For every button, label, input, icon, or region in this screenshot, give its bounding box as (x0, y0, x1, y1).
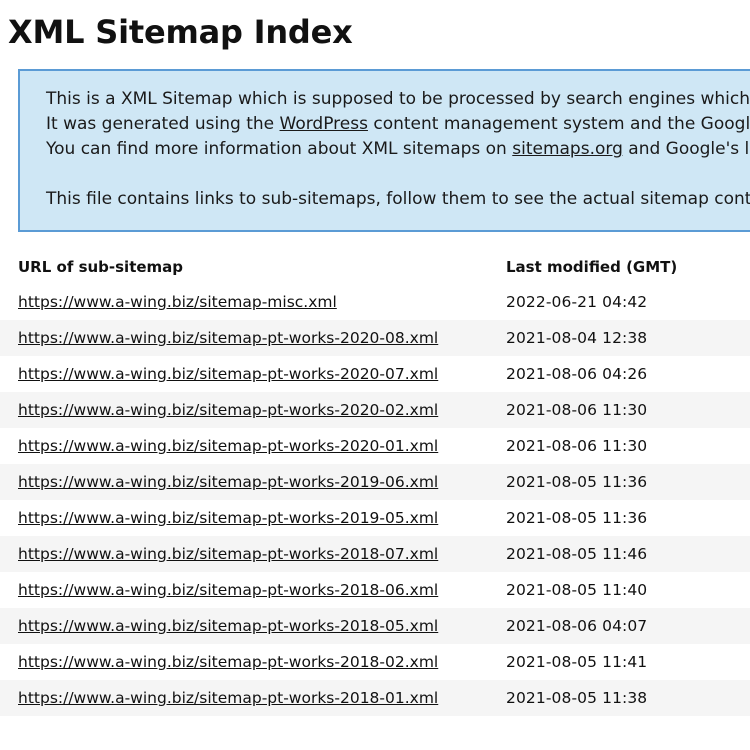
cell-last-modified: 2021-08-06 11:30 (484, 391, 750, 428)
table-row: https://www.a-wing.biz/sitemap-pt-works-… (0, 428, 750, 464)
sitemap-url-link[interactable]: https://www.a-wing.biz/sitemap-pt-works-… (18, 329, 438, 347)
info-line-2: It was generated using the WordPress con… (46, 112, 750, 137)
table-row: https://www.a-wing.biz/sitemap-pt-works-… (0, 644, 750, 680)
cell-last-modified: 2021-08-05 11:36 (506, 508, 648, 527)
sitemap-url-link[interactable]: https://www.a-wing.biz/sitemap-pt-works-… (18, 509, 438, 527)
table-row: https://www.a-wing.biz/sitemap-pt-works-… (0, 463, 750, 500)
cell-sitemap-url: https://www.a-wing.biz/sitemap-pt-works-… (0, 463, 484, 500)
cell-sitemap-url: https://www.a-wing.biz/sitemap-misc.xml (0, 284, 484, 320)
sitemap-url-link[interactable]: https://www.a-wing.biz/sitemap-misc.xml (18, 293, 337, 311)
table-body: https://www.a-wing.biz/sitemap-misc.xml 2… (0, 284, 750, 716)
info-line-1-text: This is a XML Sitemap which is supposed … (46, 88, 750, 109)
info-line-4-text: This file contains links to sub-sitemaps… (46, 188, 750, 209)
cell-sitemap-url: https://www.a-wing.biz/sitemap-pt-works-… (0, 500, 484, 536)
table-row: https://www.a-wing.biz/sitemap-pt-works-… (0, 607, 750, 644)
sitemap-url-link[interactable]: https://www.a-wing.biz/sitemap-pt-works-… (18, 365, 438, 383)
info-line-4: This file contains links to sub-sitemaps… (46, 187, 750, 212)
cell-sitemap-url: https://www.a-wing.biz/sitemap-pt-works-… (0, 391, 484, 428)
table-row: https://www.a-wing.biz/sitemap-pt-works-… (0, 391, 750, 428)
sitemap-url-link[interactable]: https://www.a-wing.biz/sitemap-pt-works-… (18, 401, 438, 419)
cell-sitemap-url: https://www.a-wing.biz/sitemap-pt-works-… (0, 679, 484, 716)
page-title: XML Sitemap Index (8, 13, 353, 51)
table-row: https://www.a-wing.biz/sitemap-pt-works-… (0, 535, 750, 572)
info-line-1: This is a XML Sitemap which is supposed … (46, 87, 750, 112)
cell-sitemap-url: https://www.a-wing.biz/sitemap-pt-works-… (0, 644, 484, 680)
sitemap-url-link[interactable]: https://www.a-wing.biz/sitemap-pt-works-… (18, 473, 438, 491)
info-line-2-suffix: content management system and the Google… (373, 113, 750, 134)
table-row: https://www.a-wing.biz/sitemap-pt-works-… (0, 572, 750, 608)
cell-last-modified: 2021-08-05 11:40 (506, 580, 648, 599)
cell-last-modified: 2021-08-06 11:30 (506, 436, 648, 455)
sitemap-url-link[interactable]: https://www.a-wing.biz/sitemap-pt-works-… (18, 653, 438, 671)
cell-sitemap-url: https://www.a-wing.biz/sitemap-pt-works-… (0, 535, 484, 572)
cell-last-modified: 2021-08-06 04:07 (484, 607, 750, 644)
sitemap-table: URL of sub-sitemap Last modified (GMT) h… (0, 252, 750, 716)
cell-sitemap-url: https://www.a-wing.biz/sitemap-pt-works-… (0, 319, 484, 356)
cell-sitemap-url: https://www.a-wing.biz/sitemap-pt-works-… (0, 356, 484, 392)
sitemap-url-link[interactable]: https://www.a-wing.biz/sitemap-pt-works-… (18, 437, 438, 455)
info-line-3-prefix: You can find more information about XML … (46, 138, 513, 159)
sitemap-url-link[interactable]: https://www.a-wing.biz/sitemap-pt-works-… (18, 581, 438, 599)
table-row: https://www.a-wing.biz/sitemap-pt-works-… (0, 356, 750, 392)
info-line-3-suffix: and Google's list of sitemap programs. (628, 138, 750, 159)
column-header-last-modified[interactable]: Last modified (GMT) (484, 252, 750, 284)
cell-sitemap-url: https://www.a-wing.biz/sitemap-pt-works-… (0, 572, 484, 608)
sitemap-index-page: XML Sitemap Index This is a XML Sitemap … (0, 0, 750, 716)
sitemap-url-link[interactable]: https://www.a-wing.biz/sitemap-pt-works-… (18, 689, 438, 707)
info-line-3: You can find more information about XML … (46, 137, 750, 162)
wordpress-link[interactable]: WordPress (280, 114, 368, 134)
sitemap-info-box: This is a XML Sitemap which is supposed … (18, 68, 750, 232)
cell-sitemap-url: https://www.a-wing.biz/sitemap-pt-works-… (0, 607, 484, 644)
sitemaps-org-link[interactable]: sitemaps.org (512, 139, 623, 159)
column-header-url[interactable]: URL of sub-sitemap (0, 252, 484, 284)
sitemap-url-link[interactable]: https://www.a-wing.biz/sitemap-pt-works-… (18, 545, 438, 563)
sitemap-url-link[interactable]: https://www.a-wing.biz/sitemap-pt-works-… (18, 617, 438, 635)
cell-last-modified: 2021-08-05 11:38 (484, 679, 750, 716)
table-row: https://www.a-wing.biz/sitemap-misc.xml 2… (0, 284, 750, 320)
cell-last-modified: 2021-08-05 11:36 (484, 463, 750, 500)
cell-last-modified: 2021-08-05 11:41 (506, 652, 648, 671)
cell-last-modified: 2021-08-06 04:26 (506, 364, 648, 383)
table-header-row: URL of sub-sitemap Last modified (GMT) (0, 252, 750, 284)
cell-last-modified: 2022-06-21 04:42 (506, 292, 648, 311)
cell-last-modified: 2021-08-05 11:46 (484, 535, 750, 572)
table-row: https://www.a-wing.biz/sitemap-pt-works-… (0, 500, 750, 536)
info-line-2-prefix: It was generated using the (46, 113, 280, 134)
table-row: https://www.a-wing.biz/sitemap-pt-works-… (0, 319, 750, 356)
table-row: https://www.a-wing.biz/sitemap-pt-works-… (0, 679, 750, 716)
cell-sitemap-url: https://www.a-wing.biz/sitemap-pt-works-… (0, 428, 484, 464)
cell-last-modified: 2021-08-04 12:38 (484, 319, 750, 356)
table-head: URL of sub-sitemap Last modified (GMT) (0, 252, 750, 284)
